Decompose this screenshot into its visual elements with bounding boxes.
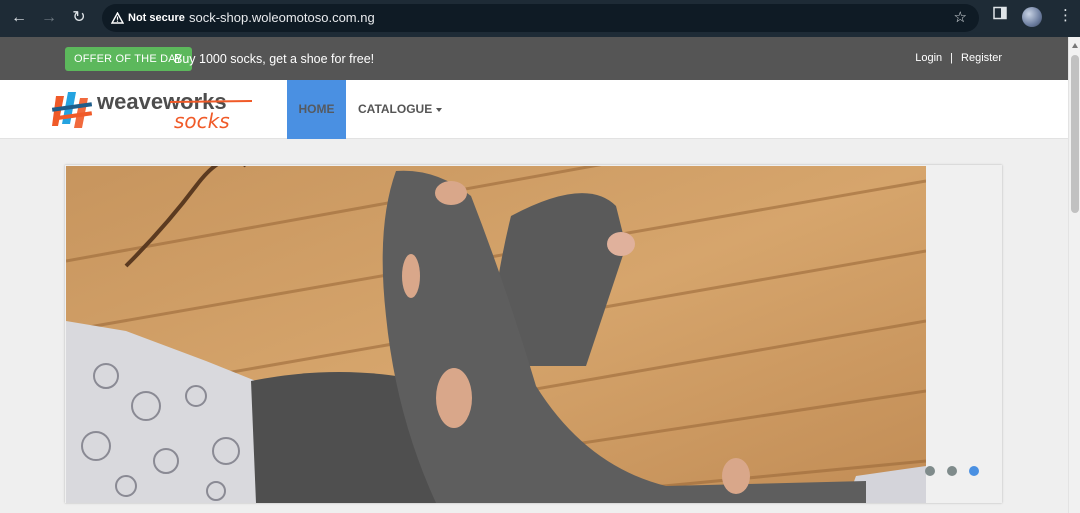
browser-toolbar: ← → ↻ Not secure sock-shop.woleomotoso.c… xyxy=(0,0,1080,37)
chevron-down-icon xyxy=(436,108,443,112)
login-link[interactable]: Login xyxy=(915,50,942,66)
warning-icon xyxy=(111,12,124,24)
weaveworks-socks-logo[interactable]: weaveworks socks xyxy=(52,88,257,132)
logo-mark-icon xyxy=(52,92,93,128)
carousel-indicators xyxy=(925,466,979,476)
auth-separator: | xyxy=(950,52,954,64)
carousel-slide-image xyxy=(66,166,926,503)
url-text[interactable]: sock-shop.woleomotoso.com.ng xyxy=(189,4,375,32)
address-bar[interactable]: Not secure sock-shop.woleomotoso.com.ng … xyxy=(102,4,979,32)
carousel-dot-1[interactable] xyxy=(925,466,935,476)
security-label: Not secure xyxy=(128,12,185,24)
back-icon[interactable]: ← xyxy=(9,8,29,28)
profile-avatar[interactable] xyxy=(1022,7,1042,27)
nav-home[interactable]: HOME xyxy=(287,80,346,139)
logo-bottom-text: socks xyxy=(174,109,230,132)
page-scrollbar[interactable] xyxy=(1068,37,1080,513)
scroll-up-icon[interactable] xyxy=(1072,43,1078,48)
carousel-dot-2[interactable] xyxy=(947,466,957,476)
hero-carousel xyxy=(65,165,1002,503)
scroll-thumb[interactable] xyxy=(1071,55,1079,213)
reload-icon[interactable]: ↻ xyxy=(69,8,89,28)
offer-text: Buy 1000 socks, get a shoe for free! xyxy=(174,52,375,66)
more-menu-icon[interactable]: ⋮ xyxy=(1058,6,1073,24)
auth-links: Login | Register xyxy=(915,50,1002,66)
offer-bar: OFFER OF THE DAY Buy 1000 socks, get a s… xyxy=(0,37,1068,80)
offer-badge: OFFER OF THE DAY xyxy=(65,47,192,71)
nav-catalogue-label: CATALOGUE xyxy=(358,102,433,116)
main-navbar: weaveworks socks HOME CATALOGUE xyxy=(0,80,1068,139)
carousel-dot-3[interactable] xyxy=(969,466,979,476)
security-chip[interactable]: Not secure xyxy=(107,7,191,29)
forward-icon[interactable]: → xyxy=(39,8,59,28)
register-link[interactable]: Register xyxy=(961,50,1002,66)
bookmark-star-icon[interactable]: ☆ xyxy=(954,8,967,26)
nav-catalogue[interactable]: CATALOGUE xyxy=(358,80,443,139)
side-panel-icon[interactable] xyxy=(993,6,1007,24)
